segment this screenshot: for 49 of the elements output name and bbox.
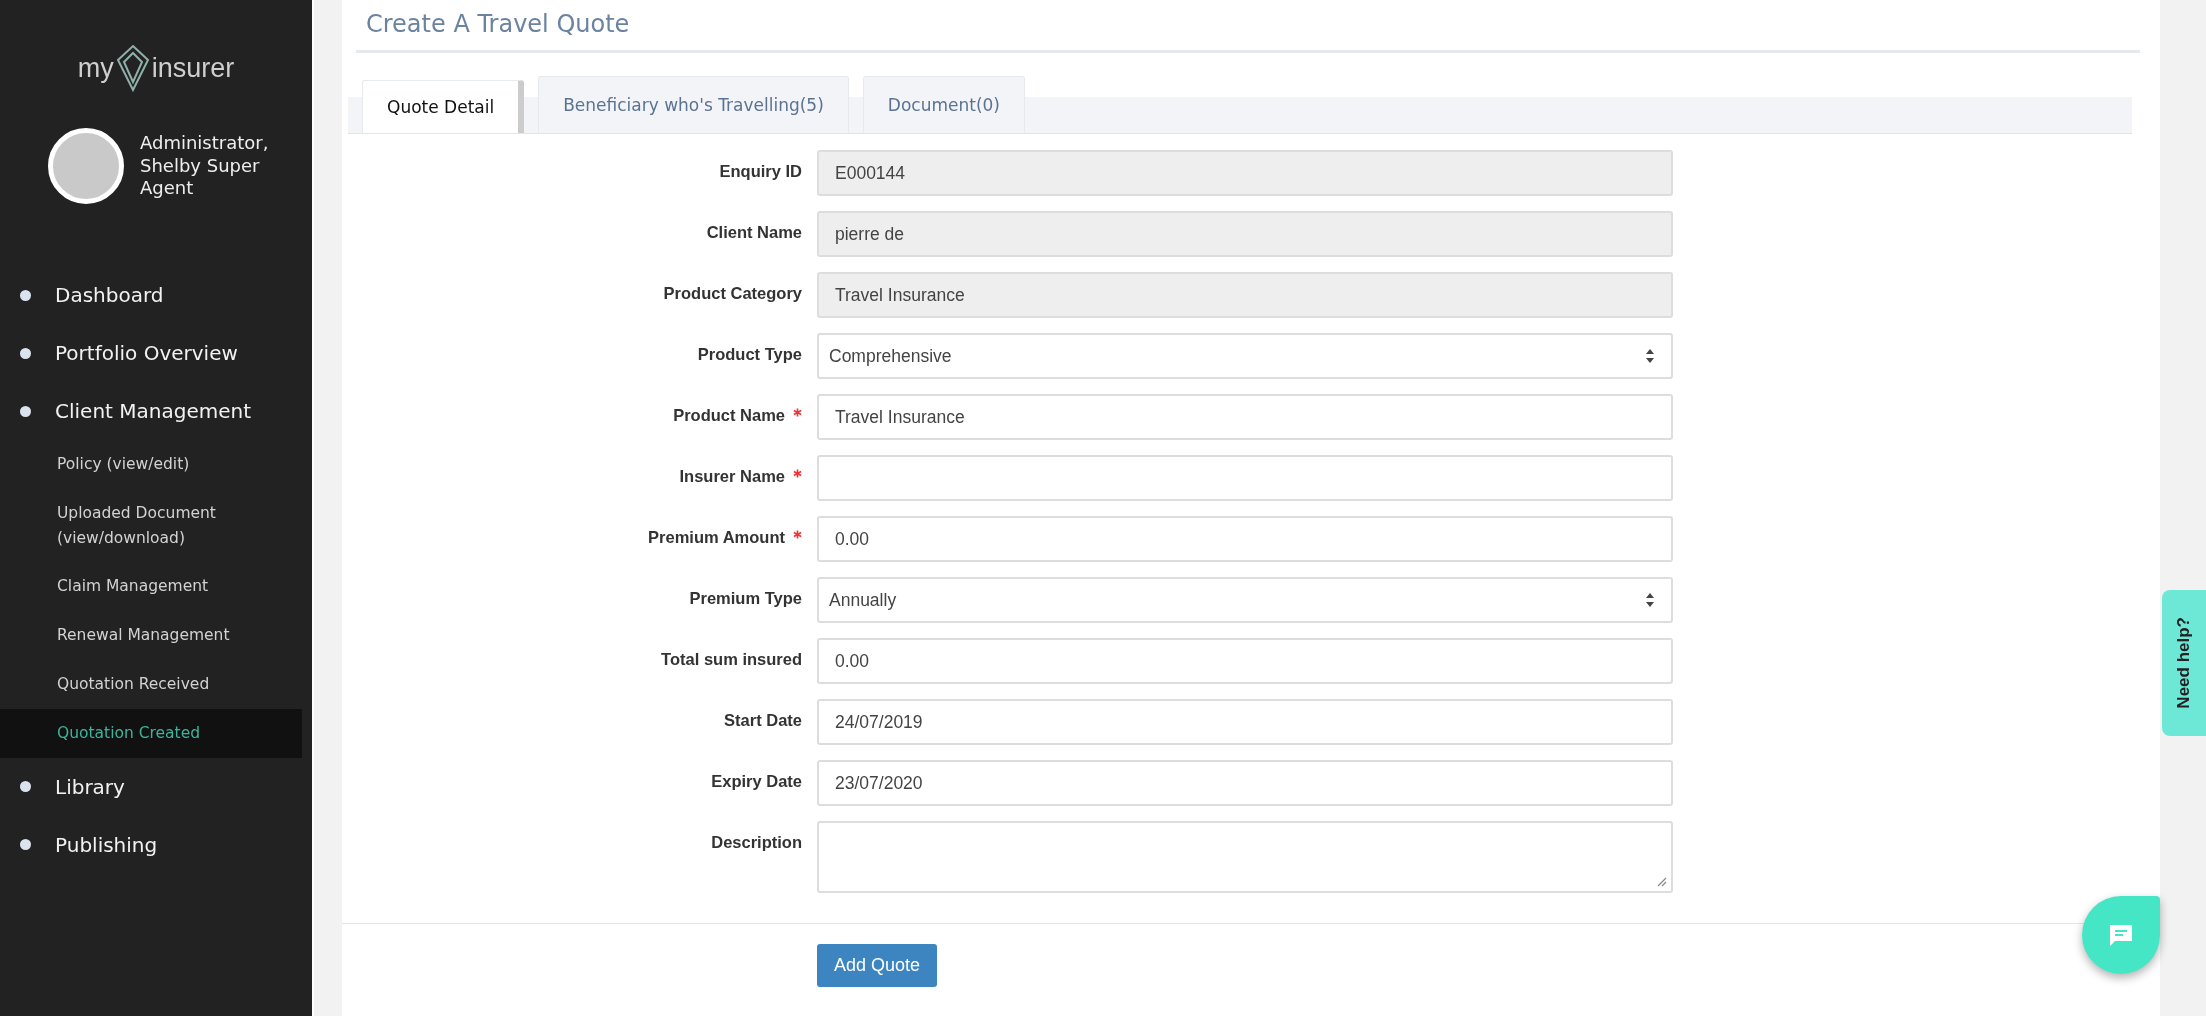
caret-icon bbox=[1645, 592, 1655, 608]
field-label: Product Type bbox=[697, 345, 802, 363]
nav-subitem[interactable]: Renewal Management bbox=[0, 611, 302, 660]
nav-item[interactable]: Library bbox=[0, 757, 312, 816]
field-label: Description bbox=[711, 833, 802, 851]
gem-logo-icon bbox=[115, 44, 150, 92]
field-label: Total sum insured bbox=[661, 650, 802, 668]
help-tab[interactable]: Need help? bbox=[2162, 590, 2206, 736]
field-label: Premium Type bbox=[689, 589, 802, 607]
resize-grip-icon bbox=[1657, 877, 1667, 887]
nav-subitem[interactable]: Quotation Received bbox=[0, 660, 302, 709]
nav-subitem[interactable]: Quotation Created bbox=[0, 708, 302, 758]
input-field[interactable]: 24/07/2019 bbox=[817, 699, 1673, 745]
add-quote-button[interactable]: Add Quote bbox=[817, 944, 938, 987]
nav-item[interactable]: Dashboard bbox=[0, 266, 312, 324]
field-label: Expiry Date bbox=[711, 772, 802, 790]
input-field[interactable]: 23/07/2020 bbox=[817, 760, 1673, 806]
field-label: Enquiry ID bbox=[719, 162, 802, 180]
nav-item[interactable]: Portfolio Overview bbox=[0, 324, 312, 382]
caret-icon bbox=[1645, 348, 1655, 364]
chat-icon bbox=[2108, 923, 2134, 947]
nav-subitem[interactable]: Claim Management bbox=[0, 562, 302, 612]
logo-text: my bbox=[77, 52, 114, 84]
input-field[interactable]: 0.00 bbox=[817, 516, 1673, 562]
field-label: Client Name bbox=[706, 223, 802, 241]
nav-item[interactable]: Publishing bbox=[0, 815, 312, 874]
select-field[interactable]: Comprehensive bbox=[817, 333, 1673, 379]
nav-subitem[interactable]: Policy (view/edit) bbox=[0, 440, 302, 489]
input-field[interactable]: 0.00 bbox=[817, 638, 1673, 684]
field-label: Premium Amount bbox=[648, 528, 785, 546]
field-label: Insurer Name bbox=[679, 467, 785, 485]
page-title: Create A Travel Quote bbox=[356, 0, 2140, 53]
input-field[interactable]: E000144 bbox=[817, 150, 1673, 196]
field-label: Product Category bbox=[663, 284, 802, 302]
logo-text: insurer bbox=[151, 52, 235, 84]
nav-item[interactable]: Client Management bbox=[0, 382, 312, 440]
nav-subitem[interactable]: Uploaded Document (view/download) bbox=[0, 488, 302, 563]
textarea-field[interactable] bbox=[817, 821, 1673, 893]
tab[interactable]: Beneficiary who's Travelling(5) bbox=[538, 76, 849, 133]
field-label: Start Date bbox=[724, 711, 802, 729]
input-field[interactable] bbox=[817, 455, 1673, 501]
user-name: Administrator, Shelby Super Agent bbox=[140, 132, 270, 200]
field-label: Product Name bbox=[673, 406, 785, 424]
select-field[interactable]: Annually bbox=[817, 577, 1673, 623]
input-field[interactable]: Travel Insurance bbox=[817, 272, 1673, 318]
input-field[interactable]: pierre de bbox=[817, 211, 1673, 257]
input-field[interactable]: Travel Insurance bbox=[817, 394, 1673, 440]
tab[interactable]: Quote Detail bbox=[362, 80, 525, 133]
tab[interactable]: Document(0) bbox=[862, 76, 1025, 133]
